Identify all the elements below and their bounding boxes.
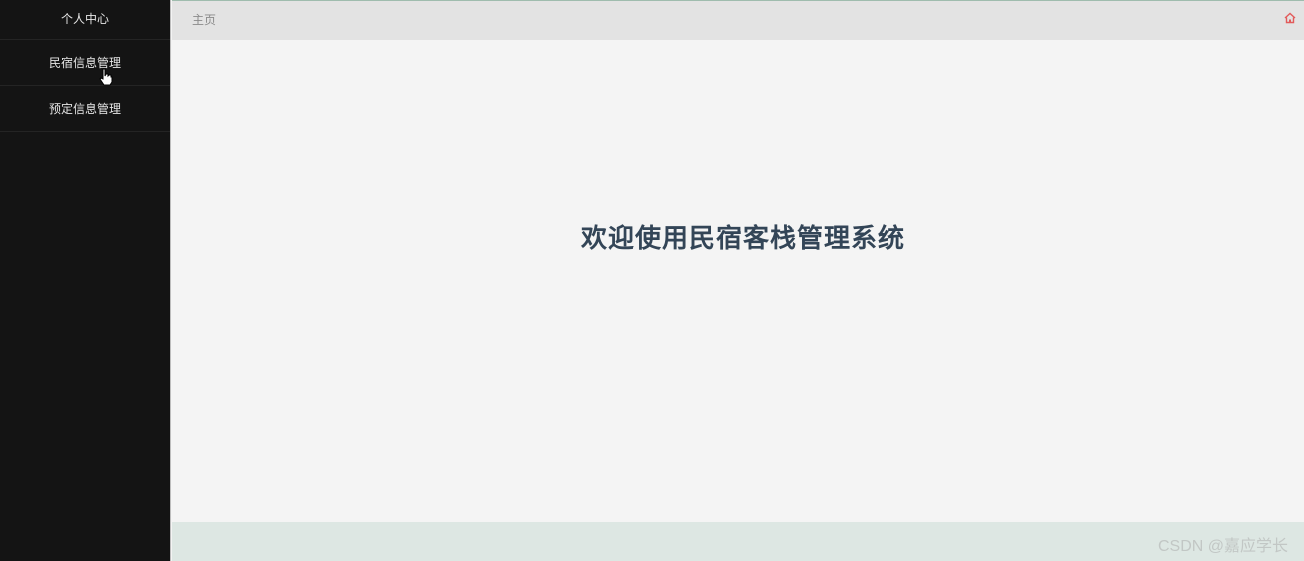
sidebar-item-homestay-management[interactable]: 民宿信息管理 (0, 40, 170, 86)
sidebar-item-personal-center[interactable]: 个人中心 (0, 0, 170, 40)
watermark: CSDN @嘉应学长 (1157, 538, 1288, 555)
sidebar-item-booking-management[interactable]: 预定信息管理 (0, 86, 170, 132)
footer: CSDN @嘉应学长 (172, 522, 1304, 561)
breadcrumb[interactable]: 主页 (192, 11, 216, 28)
sidebar-item-label: 预定信息管理 (48, 102, 121, 116)
top-bar: 主页 (172, 0, 1304, 40)
main-content: 欢迎使用民宿客栈管理系统 (172, 40, 1304, 522)
welcome-title: 欢迎使用民宿客栈管理系统 (580, 224, 905, 254)
home-icon[interactable] (1284, 12, 1296, 24)
sidebar: 个人中心 民宿信息管理 预定信息管理 (0, 0, 171, 561)
sidebar-item-label: 个人中心 (60, 12, 109, 26)
hand-pointer-icon (99, 68, 113, 86)
app-window: 个人中心 民宿信息管理 预定信息管理 主页 欢迎使用民宿客栈管理系统 CSDN … (0, 0, 1304, 561)
